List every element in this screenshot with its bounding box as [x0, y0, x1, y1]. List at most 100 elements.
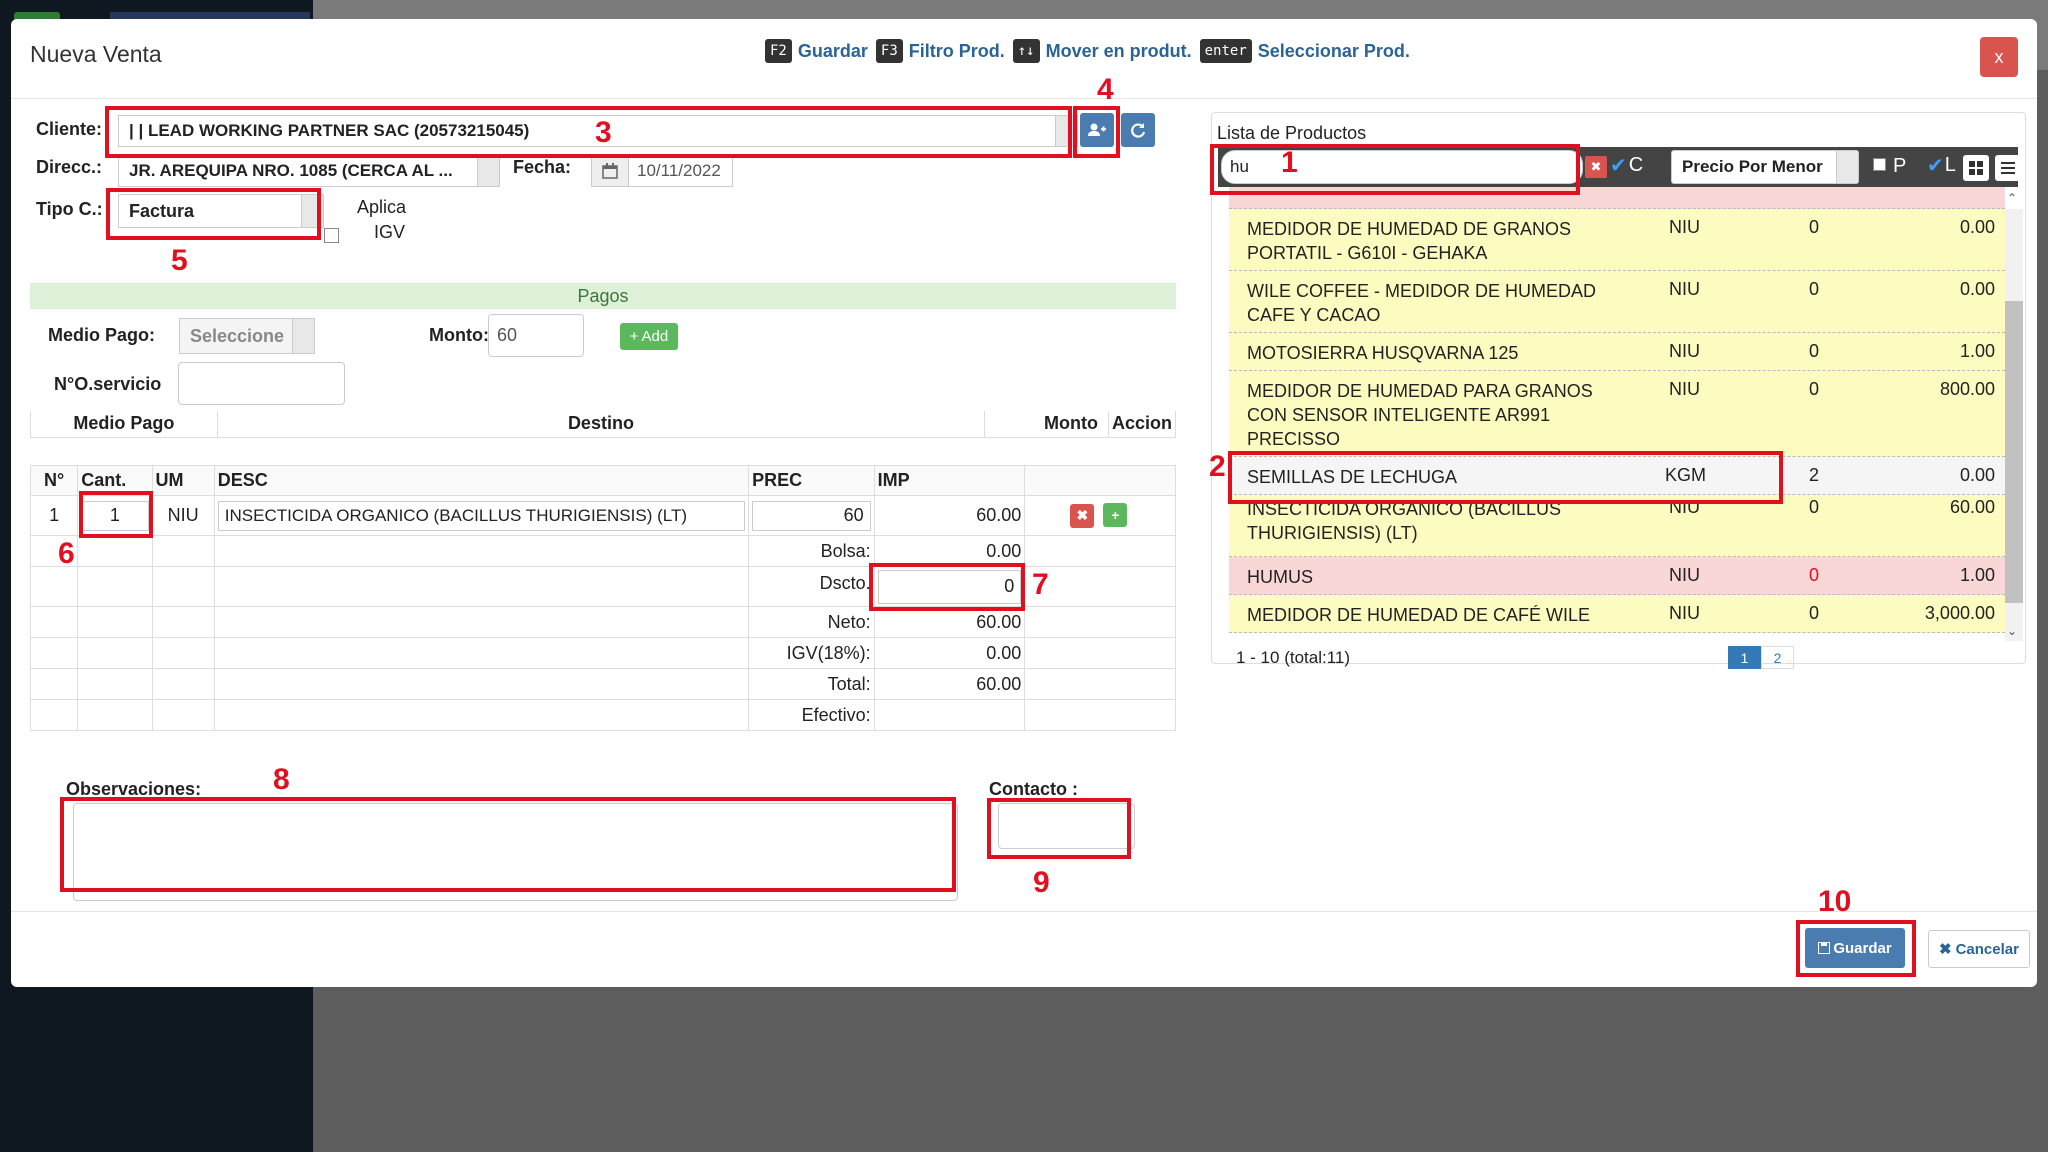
efectivo-value — [873, 699, 1026, 731]
product-desc: MEDIDOR DE HUMEDAD DE CAFÉ WILE — [1247, 605, 1591, 625]
medio-pago-value: Seleccione — [190, 325, 285, 346]
add-item-button[interactable]: + — [1103, 503, 1128, 528]
scroll-up-icon[interactable]: ⌃ — [2007, 191, 2017, 205]
c-toggle[interactable]: ✔ C — [1610, 153, 1643, 178]
annotation-number-7: 7 — [1032, 568, 1049, 601]
add-pago-label: Add — [641, 328, 669, 345]
calendar-addon[interactable] — [591, 155, 629, 187]
check-icon: ✔ — [1610, 155, 1627, 177]
product-desc: INSECTICIDA ORGANICO (BACILLUS THURIGIEN… — [1247, 499, 1562, 543]
aplica-igv-checkbox[interactable] — [324, 228, 339, 243]
contacto-label: Contacto : — [989, 779, 1078, 799]
page-button-1[interactable]: 1 — [1728, 646, 1761, 669]
annotation-number-1: 1 — [1281, 146, 1298, 179]
product-price: 800.00 — [1939, 379, 1995, 399]
medio-pago-dropdown-arrow — [292, 319, 314, 353]
pagos-col-medio: Medio Pago — [30, 411, 218, 438]
remove-item-button[interactable]: ✖ — [1070, 503, 1095, 528]
add-pago-button[interactable]: + Add — [620, 323, 678, 350]
list-view-button[interactable] — [1995, 155, 2021, 181]
product-um: NIU — [1669, 217, 1700, 237]
c-toggle-label: C — [1628, 154, 1644, 176]
servicio-input[interactable] — [178, 362, 345, 405]
shortcut-label-seleccionar: Seleccionar Prod. — [1257, 40, 1410, 61]
shortcut-key-enter: enter — [1199, 39, 1252, 63]
item-n: 1 — [29, 495, 79, 536]
list-item[interactable]: MEDIDOR DE HUMEDAD PARA GRANOS CON SENSO… — [1229, 371, 2005, 457]
annotation-number-9: 9 — [1033, 866, 1050, 899]
neto-value: 60.00 — [873, 606, 1026, 638]
scrollbar-thumb[interactable] — [2005, 301, 2023, 603]
list-item[interactable]: MEDIDOR DE HUMEDAD DE GRANOS PORTATIL - … — [1229, 209, 2005, 271]
list-item[interactable]: MOTOSIERRA HUSQVARNA 125 NIU 0 1.00 — [1229, 333, 2005, 371]
product-desc: MOTOSIERRA HUSQVARNA 125 — [1247, 343, 1519, 363]
annotation-number-6: 6 — [58, 537, 75, 570]
close-icon: ✖ — [1939, 941, 1952, 958]
product-desc: MEDIDOR DE HUMEDAD PARA GRANOS CON SENSO… — [1247, 381, 1593, 449]
table-row: 1 1 NIU INSECTICIDA ORGANICO (BACILLUS T… — [29, 495, 1176, 536]
aplica-label: Aplica — [357, 197, 407, 217]
igv-total-value: 0.00 — [873, 637, 1026, 669]
page-button-2[interactable]: 2 — [1761, 646, 1794, 669]
item-desc-input[interactable]: INSECTICIDA ORGANICO (BACILLUS THURIGIEN… — [217, 500, 746, 531]
items-col-desc: DESC — [213, 465, 750, 496]
annotation-number-4: 4 — [1097, 73, 1114, 106]
shortcut-key-f3: F3 — [875, 39, 903, 63]
total-row-efectivo: Efectivo: — [29, 699, 1176, 731]
medio-pago-select[interactable]: Seleccione — [179, 318, 315, 354]
grid-view-button[interactable] — [1963, 155, 1989, 181]
clear-search-button[interactable]: ✖ — [1585, 156, 1607, 178]
list-item[interactable]: WILE COFFEE - MEDIDOR DE HUMEDAD CAFE Y … — [1229, 271, 2005, 333]
shortcut-label-mover: Mover en produt. — [1045, 40, 1192, 61]
annotation-number-3: 3 — [595, 116, 612, 149]
direccion-dropdown-arrow — [477, 156, 499, 186]
cancelar-label: Cancelar — [1955, 940, 2019, 958]
item-prec-input[interactable]: 60 — [752, 500, 871, 531]
annotation-box-9 — [987, 798, 1131, 859]
footer-divider — [11, 911, 2037, 912]
product-qty: 0 — [1809, 217, 1820, 237]
scroll-down-icon[interactable]: ⌄ — [2007, 624, 2017, 638]
products-title: Lista de Productos — [1217, 123, 1367, 143]
servicio-label: N°O.servicio — [54, 374, 162, 394]
product-price: 0.00 — [1959, 217, 1995, 237]
list-icon — [2001, 162, 2015, 174]
plus-icon: + — [629, 328, 639, 345]
p-checkbox[interactable] — [1873, 158, 1886, 171]
tipo-comprobante-label: Tipo C.: — [36, 199, 103, 219]
monto-input[interactable]: 60 — [488, 314, 584, 357]
grid-icon — [1969, 161, 1983, 175]
bolsa-label: Bolsa: — [748, 535, 875, 567]
product-price: 0.00 — [1959, 279, 1995, 299]
product-price: 3,000.00 — [1924, 603, 1995, 623]
direccion-select[interactable]: JR. AREQUIPA NRO. 1085 (CERCA AL ... — [118, 155, 500, 187]
igv-label: IGV — [374, 222, 406, 242]
price-mode-select[interactable]: Precio Por Menor — [1671, 150, 1859, 184]
fecha-label: Fecha: — [513, 157, 572, 177]
product-qty: 0 — [1809, 497, 1820, 517]
neto-label: Neto: — [748, 606, 875, 638]
shortcut-bar: F2 Guardar F3 Filtro Prod. ↑↓ Mover en p… — [765, 39, 1414, 63]
annotation-number-8: 8 — [273, 763, 290, 796]
pagos-col-accion: Accion — [1107, 411, 1177, 438]
list-item[interactable]: INSECTICIDA ORGANICO (BACILLUS THURIGIEN… — [1229, 495, 2005, 557]
annotation-box-4 — [1073, 106, 1120, 158]
annotation-box-5 — [106, 188, 321, 240]
cancelar-button[interactable]: ✖ Cancelar — [1928, 930, 2030, 968]
bolsa-value: 0.00 — [873, 535, 1026, 567]
annotation-box-6 — [79, 491, 153, 538]
product-qty: 0 — [1809, 341, 1820, 361]
l-toggle-label: L — [1944, 154, 1956, 176]
list-item[interactable]: MEDIDOR DE HUMEDAD DE CAFÉ WILE NIU 0 3,… — [1229, 595, 2005, 633]
product-um: NIU — [1669, 341, 1700, 361]
close-button[interactable]: x — [1980, 37, 2018, 77]
direccion-label: Direcc.: — [36, 157, 103, 177]
annotation-box-1 — [1210, 144, 1580, 195]
fecha-input[interactable]: 10/11/2022 — [628, 155, 733, 187]
total-row-neto: Neto: 60.00 — [29, 606, 1176, 638]
l-toggle[interactable]: ✔ L — [1927, 153, 1956, 178]
list-item[interactable]: HUMUS NIU 0 1.00 — [1229, 557, 2005, 595]
annotation-box-3 — [105, 106, 1072, 158]
item-um: NIU — [151, 495, 215, 536]
refresh-client-button[interactable] — [1121, 113, 1155, 147]
